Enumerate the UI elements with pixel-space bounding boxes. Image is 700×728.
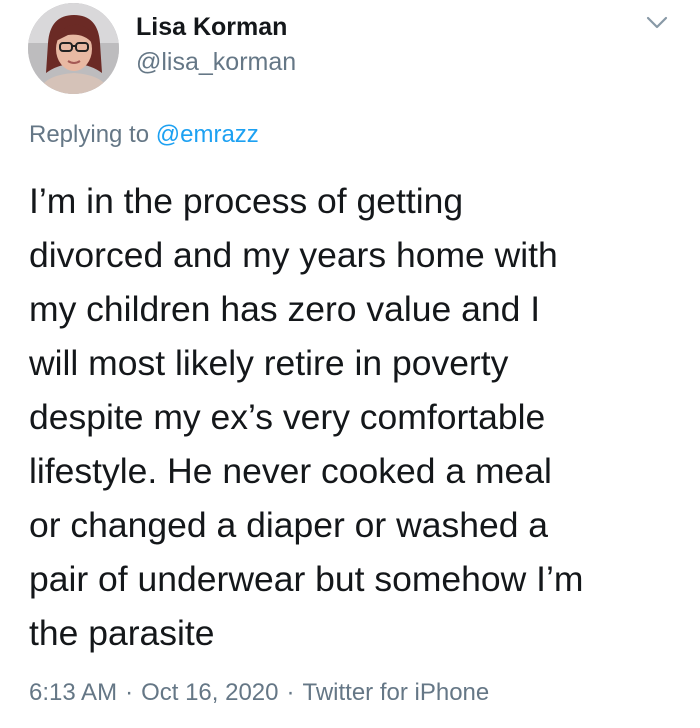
tweet-date[interactable]: Oct 16, 2020	[141, 679, 278, 706]
chevron-down-icon[interactable]	[645, 14, 669, 32]
meta-separator: ·	[125, 679, 134, 706]
meta-separator: ·	[286, 679, 295, 706]
avatar[interactable]	[28, 3, 119, 94]
display-name[interactable]: Lisa Korman	[136, 10, 296, 44]
user-handle[interactable]: @lisa_korman	[136, 44, 296, 80]
tweet-time[interactable]: 6:13 AM	[29, 679, 117, 706]
author-block: Lisa Korman @lisa_korman	[136, 10, 296, 80]
tweet-source[interactable]: Twitter for iPhone	[303, 679, 490, 706]
tweet-metadata: 6:13 AM · Oct 16, 2020 · Twitter for iPhone	[29, 676, 489, 710]
reply-target-link[interactable]: @emrazz	[156, 121, 259, 148]
tweet-text: I’m in the process of getting divorced a…	[29, 181, 584, 653]
replying-to: Replying to @emrazz	[29, 118, 259, 152]
replying-to-label: Replying to	[29, 121, 156, 148]
profile-photo-icon	[28, 3, 119, 94]
tweet-card: Lisa Korman @lisa_korman Replying to @em…	[0, 0, 700, 728]
